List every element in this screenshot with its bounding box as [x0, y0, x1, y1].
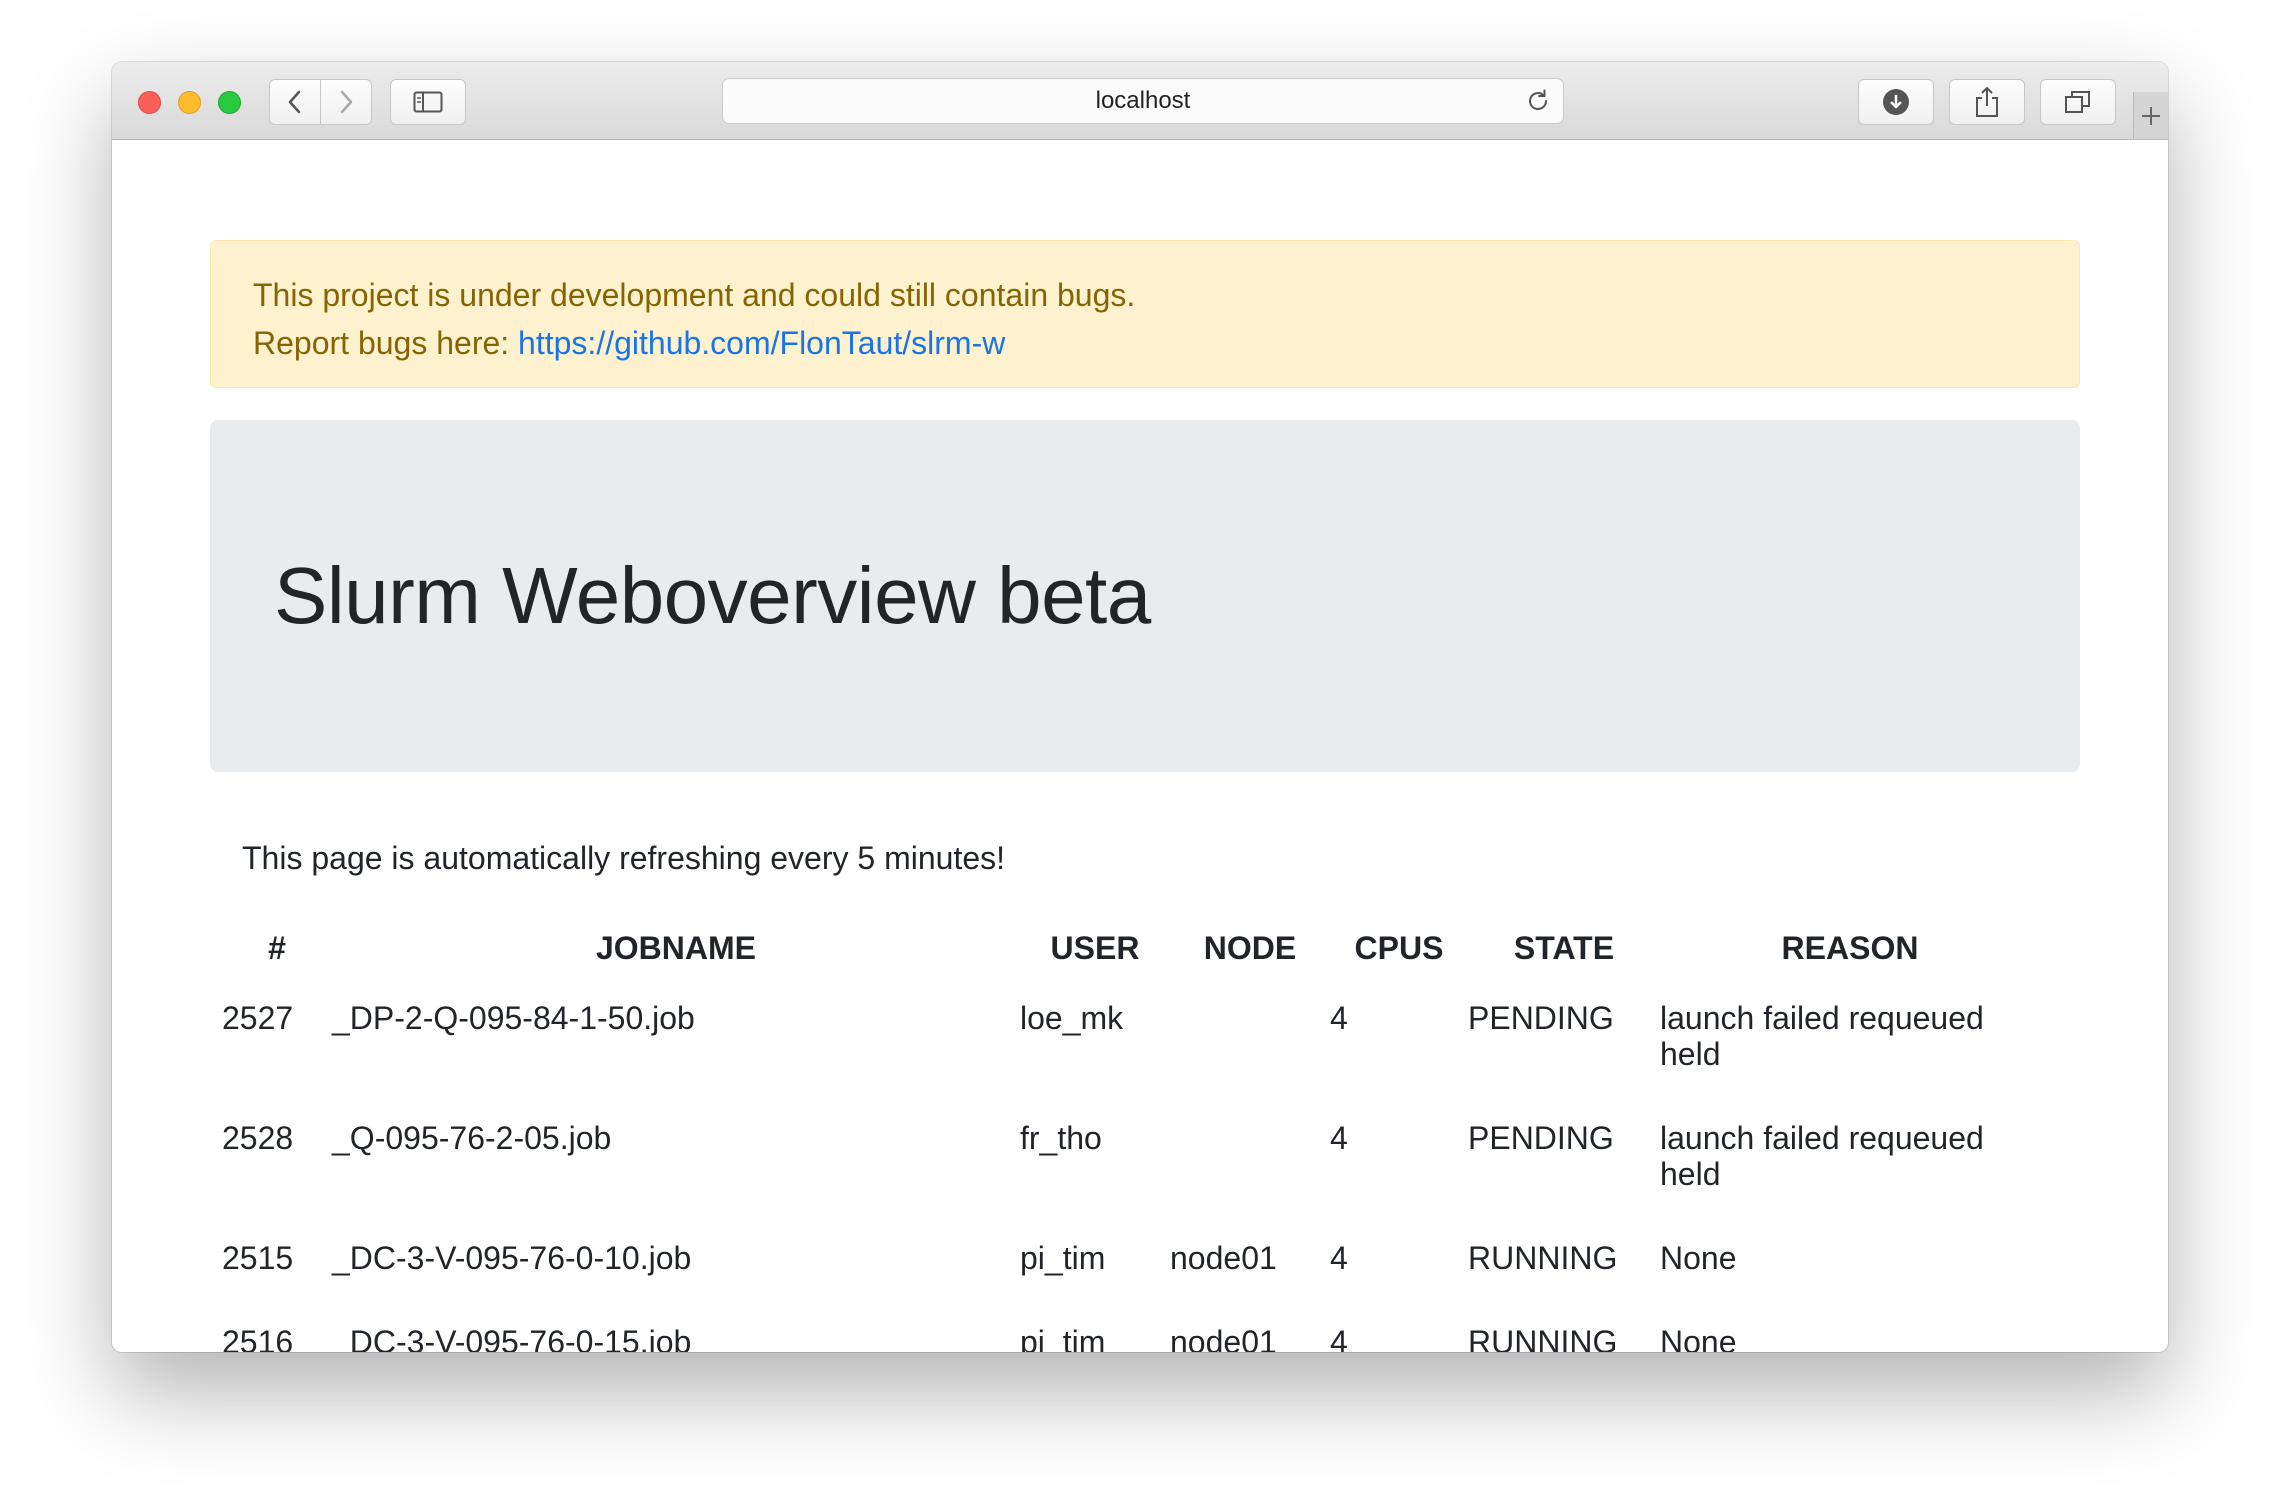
cell-user: fr_tho [1020, 1120, 1102, 1156]
address-text: localhost [1095, 87, 1191, 114]
alert-line-1: This project is under development and co… [253, 277, 1136, 313]
cell-num: 2516 [222, 1324, 294, 1352]
cell-num: 2515 [222, 1240, 294, 1276]
header-reason: REASON [1781, 929, 1919, 966]
cell-cpus: 4 [1330, 1240, 1348, 1276]
cell-num: 2528 [222, 1120, 294, 1156]
cell-reason: None [1660, 1324, 1737, 1352]
alert-line-2: Report bugs here: https://github.com/Flo… [253, 319, 2037, 367]
cell-state: RUNNING [1468, 1324, 1618, 1352]
forward-button[interactable] [320, 79, 372, 125]
cell-reason: launch failed requeued held [1660, 1120, 1984, 1192]
table-row: 2527 _DP-2-Q-095-84-1-50.job loe_mk 4 PE… [222, 980, 2040, 1100]
sidebar-icon [413, 91, 443, 113]
download-icon [1883, 89, 1909, 115]
page-content: This project is under development and co… [112, 140, 2168, 1352]
development-alert: This project is under development and co… [210, 240, 2080, 388]
maximize-window-button[interactable] [218, 91, 241, 114]
close-window-button[interactable] [138, 91, 161, 114]
header-node: NODE [1203, 929, 1297, 966]
browser-window: localhost This project is under developm… [112, 62, 2168, 1352]
downloads-button[interactable] [1858, 79, 1934, 125]
cell-jobname: _DC-3-V-095-76-0-15.job [332, 1324, 692, 1352]
jumbotron: Slurm Weboverview beta [210, 420, 2080, 772]
cell-cpus: 4 [1330, 1324, 1348, 1352]
cell-node [1170, 1100, 1330, 1220]
new-tab-icon [2142, 106, 2160, 125]
alert-line-2-prefix: Report bugs here: [253, 325, 519, 361]
table-header-row: # JOBNAME USER NODE CPUS STATE REASON [222, 916, 2040, 980]
cell-node: node01 [1170, 1240, 1277, 1276]
cell-jobname: _DP-2-Q-095-84-1-50.job [332, 1000, 695, 1036]
share-button[interactable] [1949, 79, 2025, 125]
show-tabs-button[interactable] [2040, 79, 2116, 125]
reload-icon[interactable] [1525, 88, 1551, 114]
cell-reason: launch failed requeued held [1660, 1000, 1984, 1072]
header-state: STATE [1513, 929, 1615, 966]
cell-user: loe_mk [1020, 1000, 1124, 1036]
back-icon [288, 90, 301, 114]
browser-toolbar: localhost [112, 62, 2168, 140]
cell-state: RUNNING [1468, 1240, 1618, 1276]
header-jobname: JOBNAME [595, 929, 756, 966]
forward-icon [340, 90, 353, 114]
bug-report-link[interactable]: https://github.com/FlonTaut/slrm-w [518, 325, 1005, 361]
cell-reason: None [1660, 1240, 1737, 1276]
cell-num: 2527 [222, 1000, 294, 1036]
new-tab-button[interactable] [2133, 92, 2168, 139]
header-cpus: CPUS [1354, 929, 1444, 966]
cell-state: PENDING [1468, 1000, 1614, 1036]
sidebar-toggle-button[interactable] [390, 79, 466, 125]
header-user: USER [1050, 929, 1140, 966]
cell-node [1170, 980, 1330, 1100]
table-row: 2515 _DC-3-V-095-76-0-10.job pi_tim node… [222, 1220, 2040, 1304]
cell-user: pi_tim [1020, 1240, 1106, 1276]
cell-user: pi_tim [1020, 1324, 1106, 1352]
tabs-icon [2065, 91, 2090, 113]
table-row: 2516 _DC-3-V-095-76-0-15.job pi_tim node… [222, 1304, 2040, 1352]
back-button[interactable] [269, 79, 321, 125]
share-icon [1976, 87, 1998, 117]
page-title: Slurm Weboverview beta [274, 551, 1151, 640]
cell-jobname: _DC-3-V-095-76-0-10.job [332, 1240, 692, 1276]
refresh-note: This page is automatically refreshing ev… [242, 840, 1006, 876]
cell-cpus: 4 [1330, 1120, 1348, 1156]
cell-node: node01 [1170, 1324, 1277, 1352]
jobs-table: # JOBNAME USER NODE CPUS STATE REASON 25… [222, 916, 2040, 1353]
table-row: 2528 _Q-095-76-2-05.job fr_tho 4 PENDING… [222, 1100, 2040, 1220]
address-bar[interactable]: localhost [722, 78, 1564, 124]
minimize-window-button[interactable] [178, 91, 201, 114]
cell-state: PENDING [1468, 1120, 1614, 1156]
header-num: # [268, 929, 286, 966]
cell-jobname: _Q-095-76-2-05.job [332, 1120, 612, 1156]
cell-cpus: 4 [1330, 1000, 1348, 1036]
